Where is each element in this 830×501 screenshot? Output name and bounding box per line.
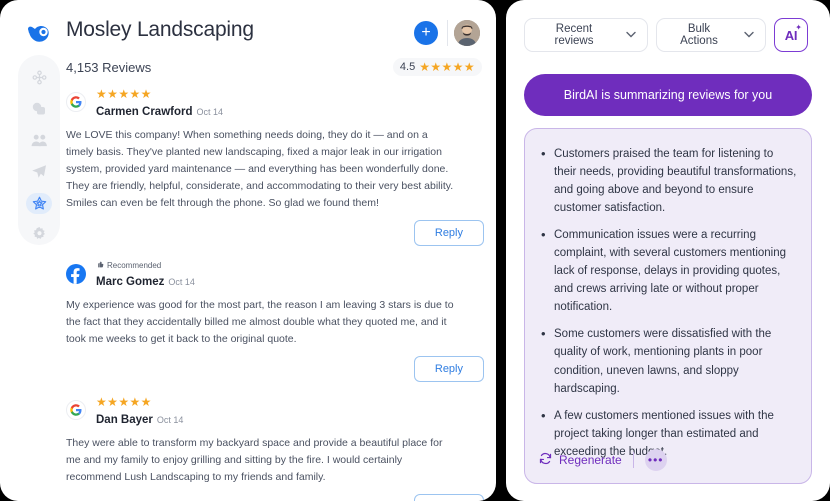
reply-row: Reply <box>66 220 484 246</box>
facebook-icon <box>66 264 86 284</box>
header-divider <box>447 20 448 46</box>
rating-value: 4.5 <box>399 61 416 73</box>
review-date: Oct 14 <box>156 415 184 425</box>
review-date: Oct 14 <box>168 277 195 287</box>
sparkle-icon: ✦ <box>795 23 802 32</box>
ai-card-actions: Regenerate ••• <box>539 449 667 471</box>
recommended-badge: Recommended <box>96 260 484 270</box>
sidebar-item-reviews[interactable] <box>26 193 52 214</box>
review-text: We LOVE this company! When something nee… <box>66 129 454 209</box>
rating-summary: 4.5 ★★★★★ <box>392 58 482 76</box>
summary-point: Communication issues were a recurring co… <box>539 225 797 316</box>
review-stars: ★★★★★ <box>96 395 152 409</box>
app-root: Mosley Landscaping 4,153 Reviews + 4.5 ★… <box>0 0 830 501</box>
sidebar-nav <box>18 55 60 245</box>
google-icon <box>66 400 86 420</box>
bulk-actions-select[interactable]: Bulk Actions <box>656 18 766 52</box>
ai-summary-list: Customers praised the team for listening… <box>539 144 797 461</box>
reply-row: Reply <box>66 494 484 501</box>
sort-select[interactable]: Recent reviews <box>524 18 648 52</box>
sidebar-item-contacts[interactable] <box>26 130 52 151</box>
more-options-button[interactable]: ••• <box>644 449 667 471</box>
summary-point: Customers praised the team for listening… <box>539 144 797 217</box>
refresh-icon <box>539 452 552 468</box>
reply-button[interactable]: Reply <box>413 356 484 382</box>
review-date: Oct 14 <box>196 107 224 117</box>
sidebar-item-settings[interactable] <box>26 225 52 246</box>
chevron-down-icon <box>626 30 636 40</box>
ai-summary-panel: Recent reviews Bulk Actions AI ✦ BirdAI … <box>506 0 830 501</box>
regenerate-label: Regenerate <box>559 453 622 467</box>
google-icon <box>66 92 86 112</box>
reviews-panel: Mosley Landscaping 4,153 Reviews + 4.5 ★… <box>0 0 496 501</box>
rating-stars: ★★★★★ <box>419 60 475 74</box>
avatar[interactable] <box>454 20 480 46</box>
thumbs-up-icon <box>96 260 104 270</box>
bulk-actions-label: Bulk Actions <box>680 23 718 47</box>
chevron-down-icon <box>744 30 754 40</box>
review-header-line: Carmen Crawford Oct 14 <box>96 102 484 120</box>
chat-bubbles-icon <box>31 101 47 117</box>
reply-button[interactable]: Reply <box>413 494 484 501</box>
send-paper-plane-icon <box>31 164 47 180</box>
summary-point: Some customers were dissatisfied with th… <box>539 324 797 397</box>
reviewer-name: Dan Bayer <box>96 414 153 426</box>
review-text: My experience was good for the most part… <box>66 299 454 345</box>
review-list: ★★★★★ Carmen Crawford Oct 14 We LOVE this… <box>66 88 484 501</box>
action-divider <box>632 452 634 468</box>
sort-select-label: Recent reviews <box>554 23 594 47</box>
review-count: 4,153 Reviews <box>66 60 152 75</box>
bird-logo-icon <box>22 18 56 52</box>
page-title: Mosley Landscaping <box>66 18 254 41</box>
reviewer-name: Carmen Crawford <box>96 106 193 118</box>
reply-button[interactable]: Reply <box>413 220 484 246</box>
sidebar-item-dashboard[interactable] <box>26 67 52 88</box>
review-item: ★★★★★ Dan Bayer Oct 14 They were able to … <box>66 396 484 501</box>
ai-summary-card: Customers praised the team for listening… <box>524 128 812 484</box>
regenerate-button[interactable]: Regenerate <box>539 452 622 468</box>
people-icon <box>31 133 48 148</box>
recommended-label: Recommended <box>107 260 162 270</box>
add-button[interactable]: + <box>414 21 438 45</box>
reply-row: Reply <box>66 356 484 382</box>
review-header-line: Dan Bayer Oct 14 <box>96 410 484 428</box>
star-reviews-icon <box>32 196 47 211</box>
dashboard-grid-icon <box>32 70 47 85</box>
sidebar-item-campaigns[interactable] <box>26 162 52 183</box>
settings-gear-icon <box>32 227 47 242</box>
reviewer-name: Marc Gomez <box>96 276 165 288</box>
panel-toolbar: Recent reviews Bulk Actions AI ✦ <box>524 18 808 52</box>
sidebar-item-messages[interactable] <box>26 99 52 120</box>
ai-status-banner: BirdAI is summarizing reviews for you <box>524 74 812 116</box>
review-stars: ★★★★★ <box>96 87 152 101</box>
review-item: Recommended Marc Gomez Oct 14 My experien… <box>66 260 484 382</box>
review-item: ★★★★★ Carmen Crawford Oct 14 We LOVE this… <box>66 88 484 246</box>
review-header-line: Marc Gomez Oct 14 <box>96 272 484 290</box>
review-text: They were able to transform my backyard … <box>66 437 443 483</box>
ai-button[interactable]: AI ✦ <box>774 18 808 52</box>
